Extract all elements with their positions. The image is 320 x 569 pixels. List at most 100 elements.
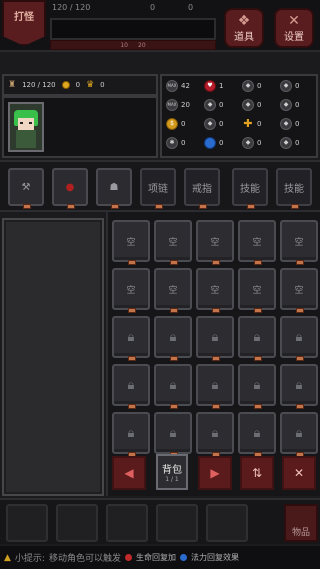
empty-slot-label: 空 — [126, 237, 136, 248]
attribute-value: 0 — [181, 139, 186, 147]
bag-page: 1 / 1 — [165, 476, 179, 483]
item-detail-panel — [2, 218, 104, 496]
hint-label: 小提示: — [14, 554, 45, 564]
locked-inventory-slot[interactable]: 🔒︎ — [112, 316, 150, 361]
equipment-slot[interactable]: 技能 — [232, 168, 268, 209]
discard-button[interactable]: ✕ — [282, 456, 316, 490]
lock-icon: 🔒︎ — [295, 329, 303, 345]
props-button[interactable]: ❖ 道具 — [224, 8, 264, 48]
sort-button[interactable]: ⇅ — [240, 456, 274, 490]
locked-inventory-slot[interactable]: 🔒︎ — [196, 316, 234, 361]
settings-button[interactable]: ✕ 设置 — [274, 8, 314, 48]
character-panel — [2, 96, 158, 158]
mini-status-bar: 10 20 — [50, 40, 216, 50]
attribute-value: 0 — [257, 101, 262, 109]
equipment-slot[interactable]: 技能 — [276, 168, 312, 209]
inventory-slot[interactable]: 空 — [112, 220, 150, 265]
next-page-button[interactable]: ▶ — [198, 456, 232, 490]
bottom-slot[interactable] — [56, 504, 98, 542]
shield-icon: ◆ — [280, 118, 292, 130]
top-hp-text: 120 / 120 — [52, 3, 91, 12]
locked-inventory-slot[interactable]: 🔒︎ — [238, 316, 276, 361]
attribute-cell: ◆ 0 — [280, 99, 299, 111]
locked-inventory-slot[interactable]: 🔒︎ — [154, 316, 192, 361]
locked-inventory-slot[interactable]: 🔒︎ — [238, 412, 276, 457]
gold-coin-icon — [61, 81, 70, 89]
inventory-slot[interactable]: 空 — [280, 220, 318, 265]
inventory-slot[interactable]: 空 — [112, 268, 150, 313]
armor-icon: ● — [65, 181, 75, 193]
crown-value: 0 — [100, 81, 105, 89]
sort-icon: ⇅ — [251, 466, 263, 480]
shield-icon: ◆ — [204, 99, 216, 111]
bottom-slot[interactable] — [6, 504, 48, 542]
locked-inventory-slot[interactable]: 🔒︎ — [238, 364, 276, 409]
bottom-slot[interactable] — [106, 504, 148, 542]
attribute-value: 0 — [295, 120, 300, 128]
shield-icon: ◆ — [242, 137, 254, 149]
lock-icon: 🔒︎ — [127, 425, 135, 441]
weapon-icon: ⚒ — [21, 181, 31, 193]
empty-slot-label: 空 — [252, 285, 262, 296]
lock-icon: 🔒︎ — [253, 329, 261, 345]
level-badge-label: 打怪 — [14, 12, 34, 23]
equipment-slot[interactable]: ● — [52, 168, 88, 209]
orb-icon — [204, 137, 216, 149]
props-icon: ❖ — [237, 13, 251, 29]
inventory-slot[interactable]: 空 — [154, 220, 192, 265]
inventory-slot[interactable]: 空 — [238, 268, 276, 313]
inventory-slot[interactable]: 空 — [238, 220, 276, 265]
attribute-cell: ✱ 0 — [166, 137, 185, 149]
locked-inventory-slot[interactable]: 🔒︎ — [196, 412, 234, 457]
locked-inventory-slot[interactable]: 🔒︎ — [154, 364, 192, 409]
locked-inventory-slot[interactable]: 🔒︎ — [280, 412, 318, 457]
empty-slot-label: 空 — [168, 237, 178, 248]
bottom-slot[interactable] — [156, 504, 198, 542]
locked-inventory-slot[interactable]: 🔒︎ — [280, 364, 318, 409]
stats-row: ♜ 120 / 120 0 ♛ 0 — [2, 74, 158, 96]
attribute-value: 42 — [181, 82, 190, 90]
attribute-value: 0 — [181, 120, 186, 128]
lock-icon: 🔒︎ — [211, 329, 219, 345]
attribute-value: 0 — [295, 82, 300, 90]
hint-tag-hp: 生命回复加 — [135, 553, 176, 562]
items-button[interactable]: 物品 — [284, 504, 318, 542]
attribute-cell: ◆ 0 — [242, 80, 261, 92]
close-icon: ✕ — [293, 466, 305, 480]
lock-icon: 🔒︎ — [295, 377, 303, 393]
locked-inventory-slot[interactable]: 🔒︎ — [154, 412, 192, 457]
bag-label: 背包 — [162, 465, 182, 476]
helmet-icon: ☗ — [109, 181, 119, 193]
attribute-cell: ◆ 0 — [280, 137, 299, 149]
inventory-slot[interactable]: 空 — [196, 268, 234, 313]
locked-inventory-slot[interactable]: 🔒︎ — [280, 316, 318, 361]
wrench-icon: ✕ — [288, 13, 300, 29]
gold-value: 0 — [75, 81, 81, 89]
attributes-panel: MAX 42 ♥ 1 ◆ 0 ◆ 0 MAX 20 ◆ 0 ◆ 0 ◆ 0 $0 ◆ 0 ✚ 0 ◆ 0 ✱ 0 0 ◆ 0 ◆ 0 — [160, 74, 318, 158]
bag-button[interactable]: 背包 1 / 1 — [156, 454, 188, 490]
locked-inventory-slot[interactable]: 🔒︎ — [196, 364, 234, 409]
equipment-slot[interactable]: 项链 — [140, 168, 176, 209]
lock-icon: 🔒︎ — [253, 425, 261, 441]
attribute-cell: ◆ 0 — [280, 80, 299, 92]
lock-icon: 🔒︎ — [169, 425, 177, 441]
equipment-slot[interactable]: 戒指 — [184, 168, 220, 209]
attribute-cell: MAX 20 — [166, 99, 190, 111]
equipment-slot[interactable]: ☗ — [96, 168, 132, 209]
max-icon: MAX — [166, 80, 178, 92]
bottom-slot[interactable] — [206, 504, 248, 542]
character-portrait[interactable] — [8, 102, 44, 152]
lock-icon: 🔒︎ — [295, 425, 303, 441]
inventory-slot[interactable]: 空 — [280, 268, 318, 313]
lock-icon: 🔒︎ — [169, 329, 177, 345]
locked-inventory-slot[interactable]: 🔒︎ — [112, 412, 150, 457]
empty-slot-label: 空 — [252, 237, 262, 248]
attribute-value: 20 — [181, 101, 190, 109]
attribute-cell: MAX 42 — [166, 80, 190, 92]
equipment-slot[interactable]: ⚒ — [8, 168, 44, 209]
gold-icon: $ — [166, 118, 178, 130]
inventory-slot[interactable]: 空 — [196, 220, 234, 265]
locked-inventory-slot[interactable]: 🔒︎ — [112, 364, 150, 409]
inventory-slot[interactable]: 空 — [154, 268, 192, 313]
prev-page-button[interactable]: ◀ — [112, 456, 146, 490]
